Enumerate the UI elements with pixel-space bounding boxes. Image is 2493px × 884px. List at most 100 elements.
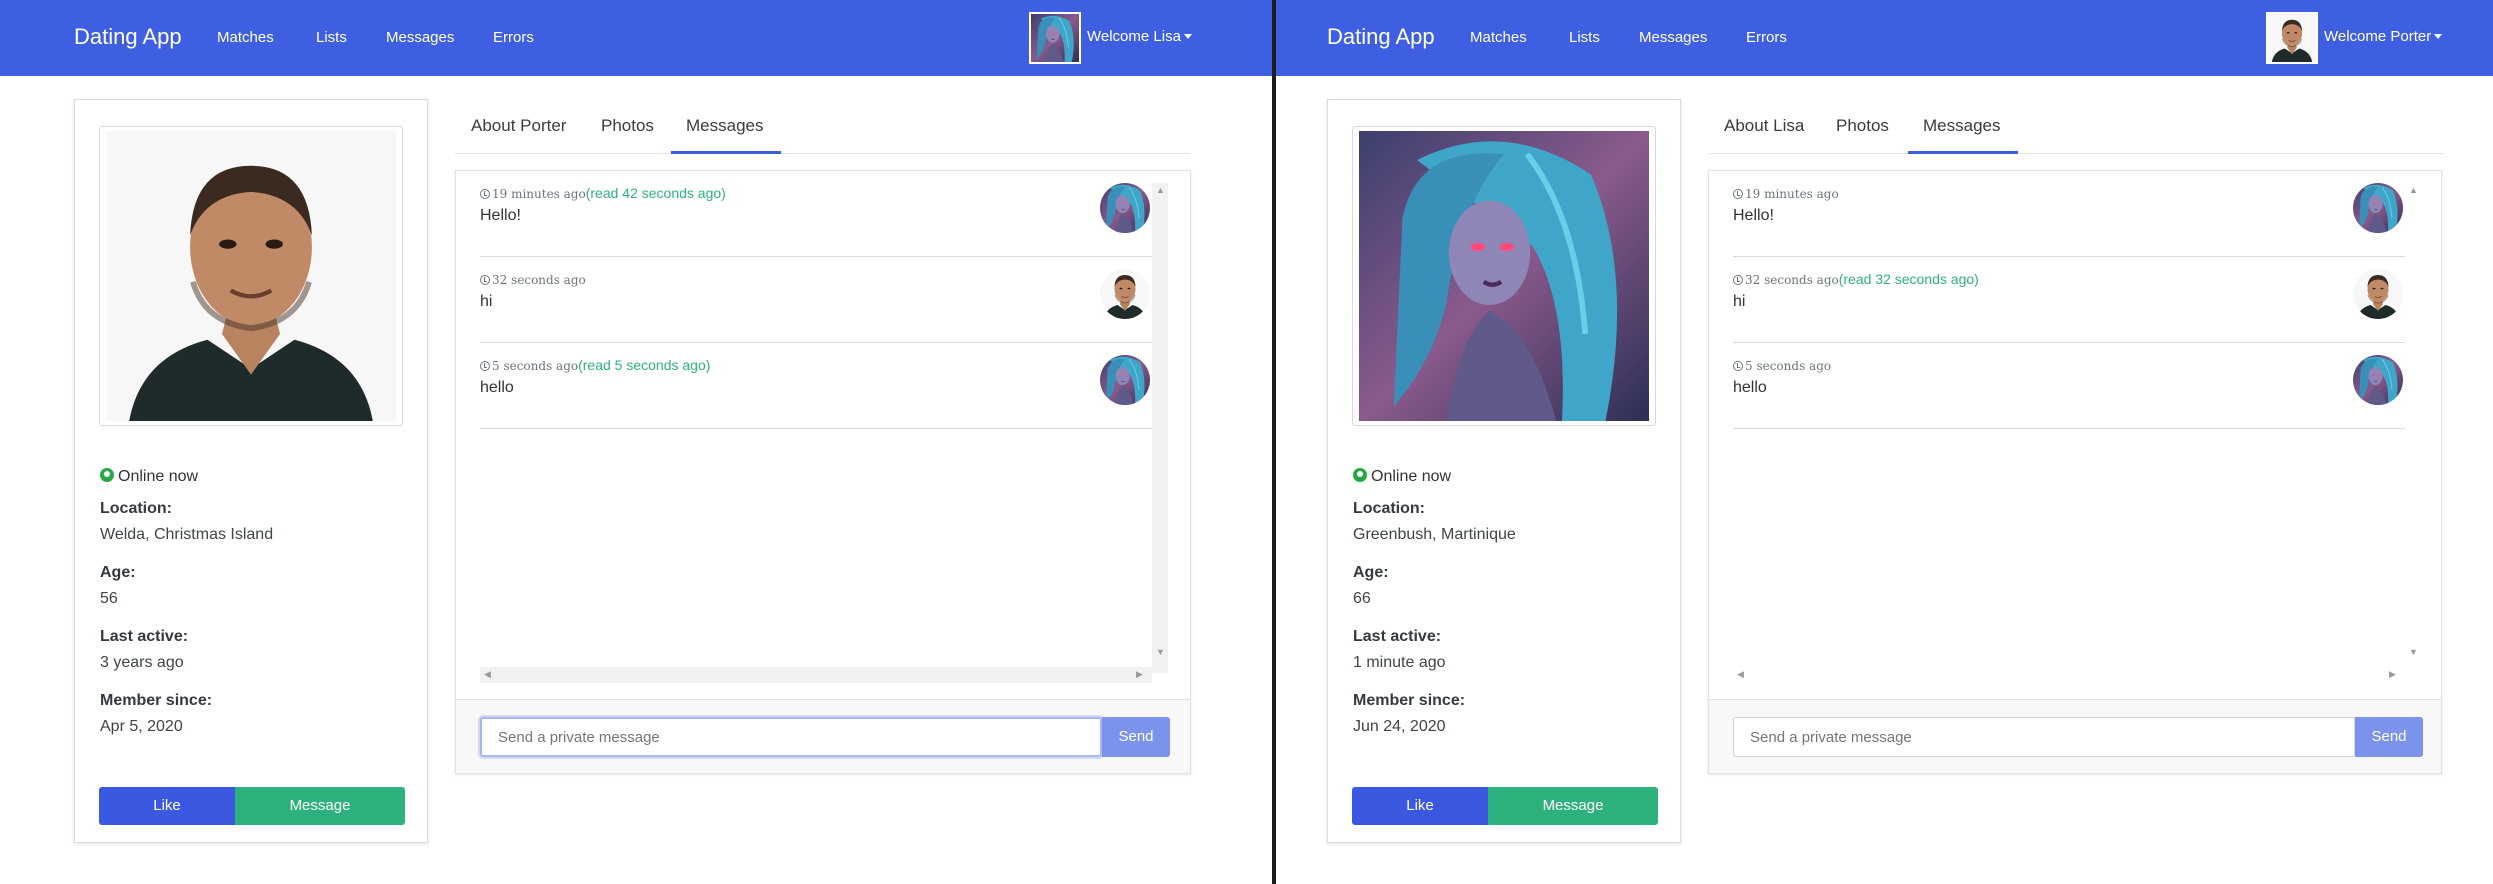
sender-avatar bbox=[1100, 269, 1150, 319]
like-button[interactable]: Like bbox=[99, 787, 235, 825]
member-since-label: Member since: bbox=[100, 692, 213, 709]
age-label: Age: bbox=[1353, 564, 1389, 581]
tab-photos[interactable]: Photos bbox=[601, 116, 654, 136]
caret-down-icon bbox=[1183, 34, 1192, 39]
message-time: 5 seconds ago bbox=[1745, 359, 1832, 373]
message-text: Hello! bbox=[1733, 207, 1774, 224]
sender-avatar bbox=[1100, 183, 1150, 233]
last-active-value: 1 minute ago bbox=[1353, 654, 1446, 671]
vertical-scrollbar[interactable]: ▲ ▼ bbox=[1152, 183, 1168, 673]
scroll-down-arrow-icon[interactable]: ▼ bbox=[2409, 647, 2418, 657]
sender-avatar bbox=[2353, 355, 2403, 405]
read-status: (read 32 seconds ago) bbox=[1838, 271, 1979, 287]
scroll-up-arrow-icon[interactable]: ▲ bbox=[1156, 185, 1165, 195]
tab-about[interactable]: About Lisa bbox=[1724, 116, 1804, 136]
message-button[interactable]: Message bbox=[235, 787, 405, 825]
message-input[interactable] bbox=[1733, 717, 2355, 757]
last-active-label: Last active: bbox=[100, 628, 189, 645]
message-meta: 32 seconds ago bbox=[480, 271, 586, 287]
clock-icon bbox=[1733, 275, 1743, 285]
user-circle-icon bbox=[100, 468, 114, 482]
read-status: (read 42 seconds ago) bbox=[585, 185, 726, 201]
horizontal-scrollbar[interactable]: ◀ ▶ bbox=[1733, 667, 2405, 683]
active-tab-indicator bbox=[671, 151, 781, 154]
user-circle-icon bbox=[1353, 468, 1367, 482]
message-meta: 32 seconds ago(read 32 seconds ago) bbox=[1733, 271, 1979, 287]
tab-photos[interactable]: Photos bbox=[1836, 116, 1889, 136]
nav-lists[interactable]: Lists bbox=[1569, 29, 1600, 46]
navbar: Dating App Matches Lists Messages Errors… bbox=[1276, 0, 2493, 76]
user-menu-dropdown[interactable]: Welcome Porter bbox=[2324, 28, 2443, 45]
clock-icon bbox=[480, 275, 490, 285]
scroll-right-arrow-icon[interactable]: ▶ bbox=[2389, 669, 2396, 680]
location-label: Location: bbox=[100, 500, 172, 517]
send-button[interactable]: Send bbox=[1102, 717, 1170, 757]
caret-down-icon bbox=[2434, 34, 2443, 39]
location-value: Welda, Christmas Island bbox=[100, 526, 274, 543]
online-status: Online now bbox=[100, 468, 198, 486]
message-item: 32 seconds ago(read 32 seconds ago) hi bbox=[1733, 257, 2405, 343]
nav-matches[interactable]: Matches bbox=[217, 29, 274, 46]
tab-messages[interactable]: Messages bbox=[686, 116, 763, 136]
message-item: 32 seconds ago hi bbox=[480, 257, 1152, 343]
brand-link[interactable]: Dating App bbox=[1327, 24, 1435, 50]
message-meta: 5 seconds ago bbox=[1733, 357, 1831, 373]
message-time: 5 seconds ago bbox=[492, 359, 579, 373]
right-browser-pane: Dating App Matches Lists Messages Errors… bbox=[1276, 0, 2493, 884]
member-since-value: Apr 5, 2020 bbox=[100, 718, 183, 735]
message-input[interactable] bbox=[480, 717, 1102, 757]
send-button[interactable]: Send bbox=[2355, 717, 2423, 757]
nav-lists[interactable]: Lists bbox=[316, 29, 347, 46]
like-button[interactable]: Like bbox=[1352, 787, 1488, 825]
scroll-down-arrow-icon[interactable]: ▼ bbox=[1156, 647, 1165, 657]
message-form: Send bbox=[456, 699, 1190, 773]
message-time: 19 minutes ago bbox=[1745, 187, 1839, 201]
messages-panel: 19 minutes ago(read 42 seconds ago) Hell… bbox=[455, 170, 1191, 774]
tab-messages[interactable]: Messages bbox=[1923, 116, 2000, 136]
message-text: hi bbox=[1733, 293, 1746, 310]
sender-avatar bbox=[1100, 355, 1150, 405]
scroll-up-arrow-icon[interactable]: ▲ bbox=[2409, 185, 2418, 195]
clock-icon bbox=[480, 361, 490, 371]
nav-errors[interactable]: Errors bbox=[1746, 29, 1787, 46]
scroll-right-arrow-icon[interactable]: ▶ bbox=[1136, 669, 1143, 680]
read-status: (read 5 seconds ago) bbox=[578, 357, 711, 373]
active-tab-indicator bbox=[1908, 151, 2018, 154]
message-meta: 19 minutes ago(read 42 seconds ago) bbox=[480, 185, 726, 201]
sender-avatar bbox=[2353, 183, 2403, 233]
message-time: 32 seconds ago bbox=[492, 273, 586, 287]
profile-tabs: About Lisa Photos Messages bbox=[1708, 108, 2443, 154]
online-text: Online now bbox=[1371, 468, 1452, 485]
age-label: Age: bbox=[100, 564, 136, 581]
message-time: 32 seconds ago bbox=[1745, 273, 1839, 287]
member-since-value: Jun 24, 2020 bbox=[1353, 718, 1446, 735]
scroll-left-arrow-icon[interactable]: ◀ bbox=[484, 669, 491, 680]
brand-link[interactable]: Dating App bbox=[74, 24, 182, 50]
message-button[interactable]: Message bbox=[1488, 787, 1658, 825]
profile-tabs: About Porter Photos Messages bbox=[455, 108, 1190, 154]
clock-icon bbox=[1733, 189, 1743, 199]
location-label: Location: bbox=[1353, 500, 1425, 517]
profile-photo bbox=[1352, 126, 1656, 426]
left-browser-pane: Dating App Matches Lists Messages Errors… bbox=[0, 0, 1272, 884]
clock-icon bbox=[480, 189, 490, 199]
nav-messages[interactable]: Messages bbox=[1639, 29, 1707, 46]
tab-about[interactable]: About Porter bbox=[471, 116, 566, 136]
user-avatar bbox=[1029, 12, 1081, 64]
message-item: 5 seconds ago(read 5 seconds ago) hello bbox=[480, 343, 1152, 429]
welcome-text: Welcome Lisa bbox=[1087, 28, 1181, 45]
nav-errors[interactable]: Errors bbox=[493, 29, 534, 46]
message-text: Hello! bbox=[480, 207, 521, 224]
profile-card: Online now Location: Welda, Christmas Is… bbox=[74, 99, 428, 843]
nav-matches[interactable]: Matches bbox=[1470, 29, 1527, 46]
location-value: Greenbush, Martinique bbox=[1353, 526, 1516, 543]
age-value: 66 bbox=[1353, 590, 1371, 607]
message-text: hello bbox=[480, 379, 514, 396]
horizontal-scrollbar[interactable]: ◀ ▶ bbox=[480, 667, 1152, 683]
nav-messages[interactable]: Messages bbox=[386, 29, 454, 46]
user-menu-dropdown[interactable]: Welcome Lisa bbox=[1087, 28, 1192, 45]
scroll-left-arrow-icon[interactable]: ◀ bbox=[1737, 669, 1744, 680]
message-item: 19 minutes ago(read 42 seconds ago) Hell… bbox=[480, 171, 1152, 257]
message-meta: 19 minutes ago bbox=[1733, 185, 1839, 201]
vertical-scrollbar[interactable]: ▲ ▼ bbox=[2405, 183, 2421, 673]
